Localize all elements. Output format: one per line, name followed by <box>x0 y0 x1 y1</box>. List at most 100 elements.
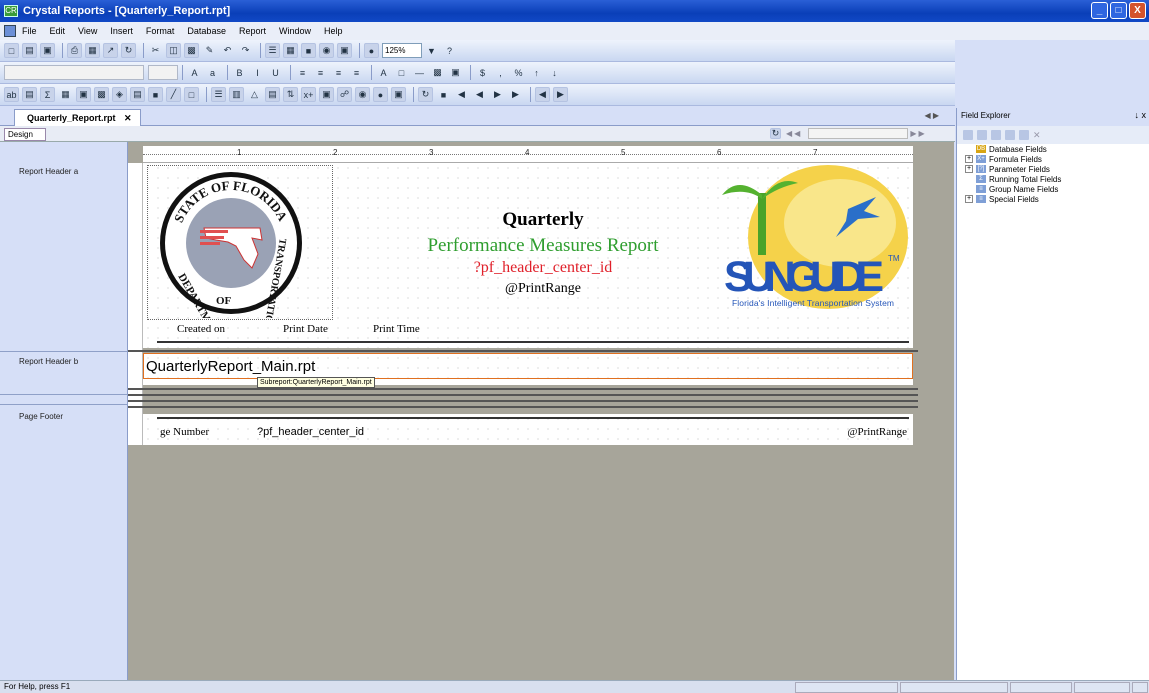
subreport-object[interactable]: QuarterlyReport_Main.rpt <box>143 353 913 379</box>
document-icon[interactable] <box>4 25 16 37</box>
print-time-field[interactable]: Print Time <box>373 323 420 335</box>
menu-view[interactable]: View <box>78 26 97 36</box>
next-page-icon[interactable]: ▶ <box>490 87 505 102</box>
report-explorer-icon[interactable]: ■ <box>301 43 316 58</box>
undo-icon[interactable]: ↶ <box>220 43 235 58</box>
tree-item-running-total-fields[interactable]: Σ Running Total Fields <box>957 174 1149 184</box>
sunguide-logo-frame[interactable]: SUNGUIDE TM Florida's Intelligent Transp… <box>718 165 908 320</box>
tree-item-parameter-fields[interactable]: + [?] Parameter Fields <box>957 164 1149 174</box>
footer-center-id-field[interactable]: ?pf_header_center_id <box>257 426 364 438</box>
find-binoculars-icon[interactable]: ● <box>364 43 379 58</box>
report-header-a-band[interactable]: STATE OF FLORIDA DEPARTMENT OF TRANSPORT… <box>143 163 913 348</box>
back-icon[interactable]: ◀ <box>535 87 550 102</box>
last-page-icon[interactable]: ▶ <box>508 87 523 102</box>
insert-text-object-icon[interactable]: ab <box>4 87 19 102</box>
formula-workshop-icon[interactable]: x+ <box>301 87 316 102</box>
section-expert-icon[interactable]: ☰ <box>211 87 226 102</box>
print-date-field[interactable]: Print Date <box>283 323 328 335</box>
tab-design[interactable]: Design <box>4 128 46 141</box>
forward-icon[interactable]: ▶ <box>553 87 568 102</box>
group-tree-icon[interactable]: ☰ <box>265 43 280 58</box>
menu-file[interactable]: File <box>22 26 37 36</box>
nav-first-icon[interactable]: ◀ <box>786 129 792 138</box>
tree-item-group-name-fields[interactable]: ≡ Group Name Fields <box>957 184 1149 194</box>
thousands-icon[interactable]: , <box>493 65 508 80</box>
insert-subreport-icon[interactable]: ▤ <box>130 87 145 102</box>
center-id-parameter-field[interactable]: ?pf_header_center_id <box>393 259 693 277</box>
tree-item-database-fields[interactable]: DB Database Fields <box>957 144 1149 154</box>
section-page-footer[interactable]: Page Footer <box>19 412 63 421</box>
currency-icon[interactable]: $ <box>475 65 490 80</box>
refresh-nav-icon[interactable]: ↻ <box>770 128 781 139</box>
export-icon[interactable]: ↗ <box>103 43 118 58</box>
align-center-icon[interactable]: ≡ <box>313 65 328 80</box>
menu-edit[interactable]: Edit <box>50 26 66 36</box>
record-selector-icon[interactable]: ● <box>373 87 388 102</box>
expand-icon[interactable]: + <box>965 155 973 163</box>
section-report-header-a[interactable]: Report Header a <box>19 167 78 176</box>
save-icon[interactable]: ▣ <box>40 43 55 58</box>
underline-icon[interactable]: U <box>268 65 283 80</box>
show-sql-icon[interactable]: ▣ <box>391 87 406 102</box>
new-icon[interactable] <box>991 130 1001 140</box>
group-expert-icon[interactable]: ▤ <box>265 87 280 102</box>
page-footer-band[interactable]: ge Number ?pf_header_center_id @PrintRan… <box>143 414 913 445</box>
database-expert-icon[interactable]: ◉ <box>355 87 370 102</box>
suppress-icon[interactable]: ▩ <box>430 65 445 80</box>
insert-line-icon[interactable]: ╱ <box>166 87 181 102</box>
zoom-dropdown-icon[interactable]: ▼ <box>424 43 439 58</box>
help-icon[interactable]: ? <box>442 43 457 58</box>
align-left-icon[interactable]: ≡ <box>295 65 310 80</box>
print-range-formula-field[interactable]: @PrintRange <box>393 281 693 297</box>
lock-format-icon[interactable]: ▣ <box>448 65 463 80</box>
nav-last-icon[interactable]: ▶ <box>918 129 924 138</box>
refresh-icon[interactable]: ↻ <box>121 43 136 58</box>
previous-page-icon[interactable]: ◀ <box>472 87 487 102</box>
grow-font-icon[interactable]: A <box>187 65 202 80</box>
insert-to-report-icon[interactable] <box>963 130 973 140</box>
repository-icon[interactable]: ◉ <box>319 43 334 58</box>
insert-picture-icon[interactable]: ▣ <box>76 87 91 102</box>
format-painter-icon[interactable]: ✎ <box>202 43 217 58</box>
footer-print-range-field[interactable]: @PrintRange <box>847 426 907 438</box>
align-right-icon[interactable]: ≡ <box>331 65 346 80</box>
close-button[interactable]: X <box>1129 2 1146 19</box>
border-icon[interactable]: □ <box>394 65 409 80</box>
template-expert-icon[interactable]: ▣ <box>319 87 334 102</box>
section-boundary[interactable] <box>128 400 918 402</box>
insert-map-icon[interactable]: ◈ <box>112 87 127 102</box>
tab-quarterly-report[interactable]: Quarterly_Report.rpt ✕ <box>14 109 141 126</box>
tree-item-special-fields[interactable]: + ≡ Special Fields <box>957 194 1149 204</box>
menu-insert[interactable]: Insert <box>110 26 133 36</box>
align-justify-icon[interactable]: ≡ <box>349 65 364 80</box>
decrease-decimal-icon[interactable]: ↓ <box>547 65 562 80</box>
stop-icon[interactable]: ■ <box>436 87 451 102</box>
menu-database[interactable]: Database <box>187 26 226 36</box>
redo-icon[interactable]: ↷ <box>238 43 253 58</box>
tree-item-formula-fields[interactable]: + X+ Formula Fields <box>957 154 1149 164</box>
insert-box-icon[interactable]: □ <box>184 87 199 102</box>
font-color-icon[interactable]: A <box>376 65 391 80</box>
open-folder-icon[interactable]: ▤ <box>22 43 37 58</box>
expand-icon[interactable]: + <box>965 165 973 173</box>
browse-icon[interactable] <box>977 130 987 140</box>
copy-icon[interactable]: ◫ <box>166 43 181 58</box>
section-boundary[interactable] <box>128 388 918 390</box>
print-preview-icon[interactable]: ▦ <box>85 43 100 58</box>
percent-icon[interactable]: % <box>511 65 526 80</box>
section-boundary[interactable] <box>128 394 918 396</box>
seal-image-frame[interactable]: STATE OF FLORIDA DEPARTMENT OF TRANSPORT… <box>147 165 333 320</box>
close-tab-icon[interactable]: ✕ <box>124 113 132 123</box>
crystal-reports-app-icon[interactable]: CR <box>4 5 18 17</box>
insert-group-icon[interactable]: ▤ <box>22 87 37 102</box>
rename-icon[interactable] <box>1019 130 1029 140</box>
report-subtitle[interactable]: Performance Measures Report <box>343 235 743 257</box>
menu-format[interactable]: Format <box>146 26 175 36</box>
highlight-expert-icon[interactable]: △ <box>247 87 262 102</box>
section-report-header-b[interactable]: Report Header b <box>19 357 78 366</box>
pin-icon[interactable]: ↓ x <box>1134 110 1146 120</box>
insert-chart-icon[interactable]: ▩ <box>94 87 109 102</box>
font-name-select[interactable] <box>4 65 144 80</box>
field-explorer-icon[interactable]: ▦ <box>283 43 298 58</box>
expand-icon[interactable]: + <box>965 195 973 203</box>
